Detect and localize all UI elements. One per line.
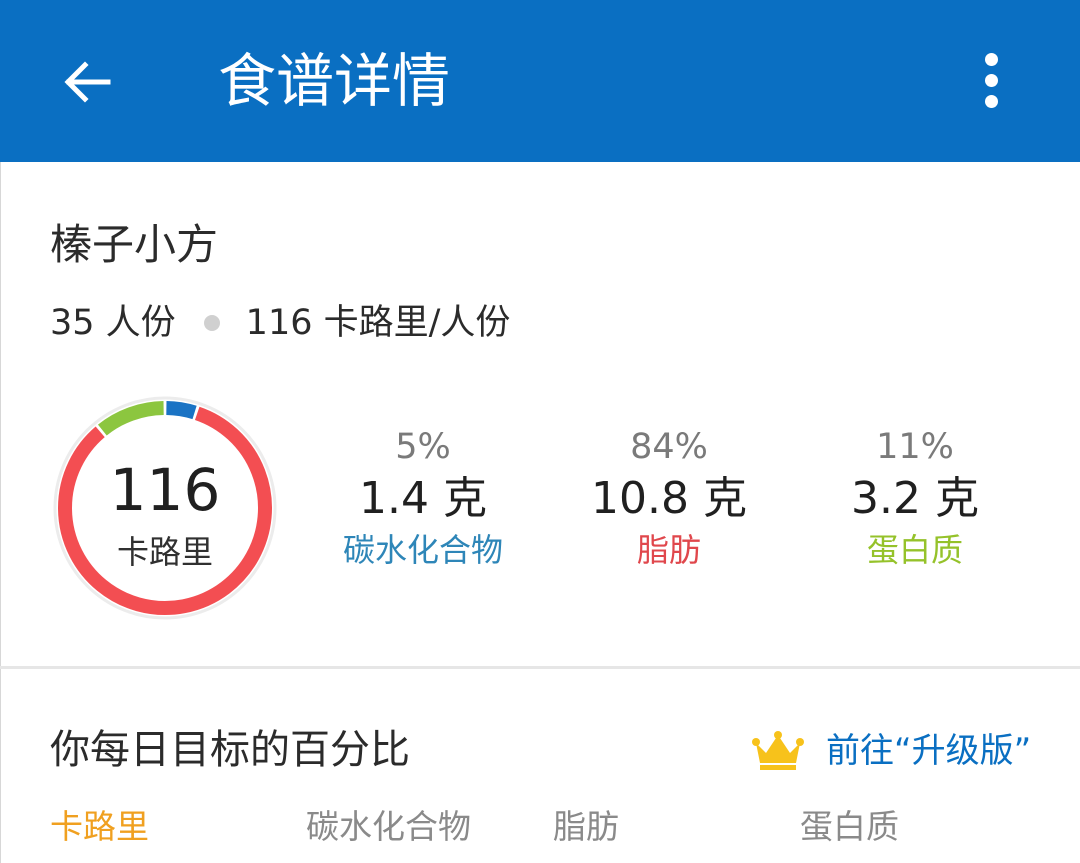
macro-amount: 3.2 克 xyxy=(851,473,979,524)
macro-label: 碳水化合物 xyxy=(342,531,503,569)
section-divider xyxy=(0,666,1080,669)
more-options-button[interactable] xyxy=(960,46,1022,114)
tab-fat[interactable]: 脂肪 xyxy=(553,802,619,852)
servings-text: 35 人份 xyxy=(50,303,176,343)
calorie-ring-value: 116 xyxy=(109,456,221,524)
macro-percent: 84% xyxy=(630,427,708,467)
tab-calories[interactable]: 卡路里 xyxy=(50,802,149,852)
crown-icon xyxy=(752,731,804,770)
macro-amount: 10.8 克 xyxy=(591,473,747,524)
daily-goal-title: 你每日目标的百分比 xyxy=(50,727,410,773)
recipe-meta: 35 人份 116 卡路里/人份 xyxy=(50,298,510,348)
macro-label: 脂肪 xyxy=(636,531,701,569)
macro-protein: 11% 3.2 克 蛋白质 xyxy=(795,424,1035,572)
calorie-ring: 116 卡路里 xyxy=(52,395,278,621)
back-button[interactable] xyxy=(44,40,128,124)
tab-protein[interactable]: 蛋白质 xyxy=(800,802,899,852)
calorie-ring-unit: 卡路里 xyxy=(116,533,213,571)
macro-carbs: 5% 1.4 克 碳水化合物 xyxy=(303,424,543,572)
page-title: 食谱详情 xyxy=(218,47,451,115)
macro-percent: 5% xyxy=(395,427,451,467)
more-vert-icon xyxy=(984,52,998,66)
arrow-left-icon xyxy=(64,61,111,103)
macro-label: 蛋白质 xyxy=(866,531,963,569)
macro-fat: 84% 10.8 克 脂肪 xyxy=(549,424,789,572)
ring-slice-0 xyxy=(166,401,197,420)
app-bar: 食谱详情 xyxy=(0,0,1080,162)
macro-amount: 1.4 克 xyxy=(359,473,487,524)
upgrade-label: 前往“升级版” xyxy=(826,731,1032,771)
macro-percent: 11% xyxy=(876,427,954,467)
calories-per-serving-text: 116 卡路里/人份 xyxy=(245,303,511,343)
upgrade-link[interactable]: 前往“升级版” xyxy=(752,726,1031,776)
separator-dot xyxy=(203,315,220,331)
tab-carbs[interactable]: 碳水化合物 xyxy=(306,802,471,852)
recipe-name: 榛子小方 xyxy=(50,220,219,269)
